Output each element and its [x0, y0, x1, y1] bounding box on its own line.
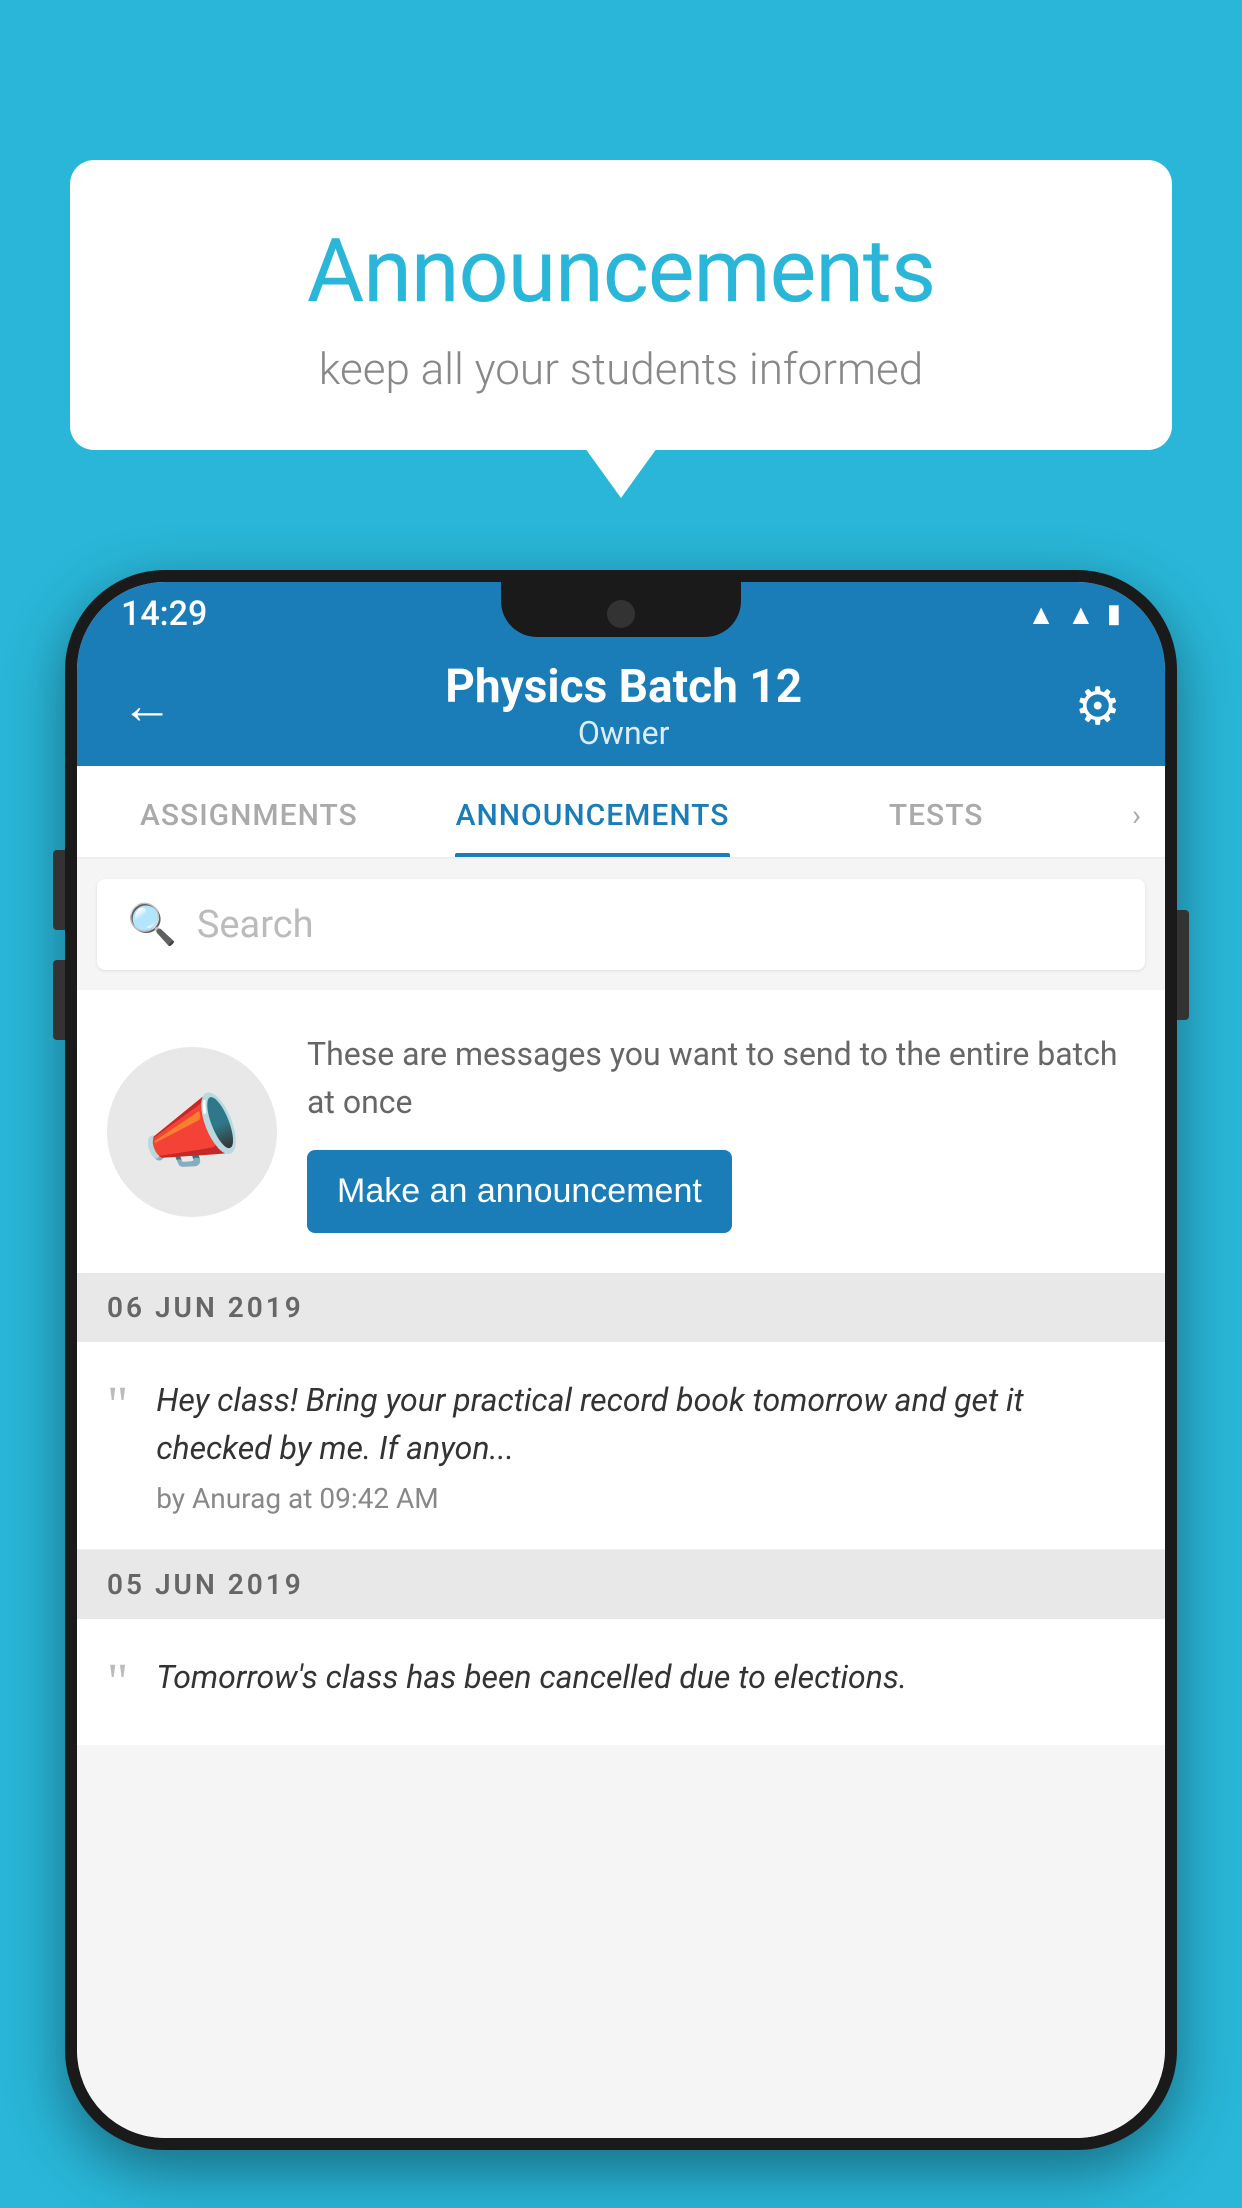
settings-icon[interactable]: ⚙: [1074, 676, 1121, 737]
power-button: [1177, 910, 1189, 1020]
announcement-text-1: Hey class! Bring your practical record b…: [156, 1376, 1135, 1472]
phone-outer: 14:29 ▲ ▲ ▮ ← Physics Batch 12 Owner ⚙ A…: [65, 570, 1177, 2150]
phone-container: 14:29 ▲ ▲ ▮ ← Physics Batch 12 Owner ⚙ A…: [65, 570, 1177, 2208]
wifi-icon: ▲: [1027, 598, 1055, 631]
tab-more[interactable]: ›: [1108, 766, 1165, 857]
promo-card: 📣 These are messages you want to send to…: [77, 990, 1165, 1273]
vol-down-button: [53, 960, 65, 1040]
bubble-subtitle: keep all your students informed: [120, 343, 1122, 395]
content-area: 🔍 Search 📣 These are messages you want t…: [77, 859, 1165, 2138]
app-header: ← Physics Batch 12 Owner ⚙: [77, 646, 1165, 766]
announcement-item-1[interactable]: " Hey class! Bring your practical record…: [77, 1342, 1165, 1550]
camera: [607, 600, 635, 628]
bubble-title: Announcements: [120, 220, 1122, 323]
status-time: 14:29: [121, 594, 207, 634]
promo-right: These are messages you want to send to t…: [307, 1030, 1135, 1233]
announcement-text-2: Tomorrow's class has been cancelled due …: [156, 1653, 1135, 1701]
promo-description: These are messages you want to send to t…: [307, 1030, 1135, 1126]
date-separator-2: 05 JUN 2019: [77, 1550, 1165, 1619]
search-bar[interactable]: 🔍 Search: [97, 879, 1145, 970]
header-title: Physics Batch 12: [445, 660, 802, 714]
speech-bubble-card: Announcements keep all your students inf…: [70, 160, 1172, 450]
tab-assignments[interactable]: ASSIGNMENTS: [77, 766, 421, 857]
announcement-content-2: Tomorrow's class has been cancelled due …: [156, 1653, 1135, 1711]
header-subtitle: Owner: [445, 714, 802, 752]
header-center: Physics Batch 12 Owner: [445, 660, 802, 752]
announcement-item-2[interactable]: " Tomorrow's class has been cancelled du…: [77, 1619, 1165, 1745]
battery-icon: ▮: [1107, 599, 1121, 629]
promo-icon-circle: 📣: [107, 1047, 277, 1217]
back-button[interactable]: ←: [121, 680, 173, 732]
tab-tests[interactable]: TESTS: [764, 766, 1108, 857]
date-separator-1: 06 JUN 2019: [77, 1273, 1165, 1342]
phone-notch: [501, 582, 741, 637]
announcement-content-1: Hey class! Bring your practical record b…: [156, 1376, 1135, 1515]
search-icon: 🔍: [127, 901, 177, 948]
tab-announcements[interactable]: ANNOUNCEMENTS: [421, 766, 765, 857]
search-input[interactable]: Search: [197, 903, 314, 947]
vol-up-button: [53, 850, 65, 930]
quote-icon-2: ": [107, 1657, 128, 1709]
announcement-meta-1: by Anurag at 09:42 AM: [156, 1482, 1135, 1515]
status-icons: ▲ ▲ ▮: [1027, 598, 1121, 631]
make-announcement-button[interactable]: Make an announcement: [307, 1150, 732, 1233]
quote-icon-1: ": [107, 1380, 128, 1432]
phone-screen: 14:29 ▲ ▲ ▮ ← Physics Batch 12 Owner ⚙ A…: [77, 582, 1165, 2138]
tabs-bar: ASSIGNMENTS ANNOUNCEMENTS TESTS ›: [77, 766, 1165, 859]
megaphone-icon: 📣: [142, 1085, 242, 1179]
signal-icon: ▲: [1067, 598, 1095, 631]
